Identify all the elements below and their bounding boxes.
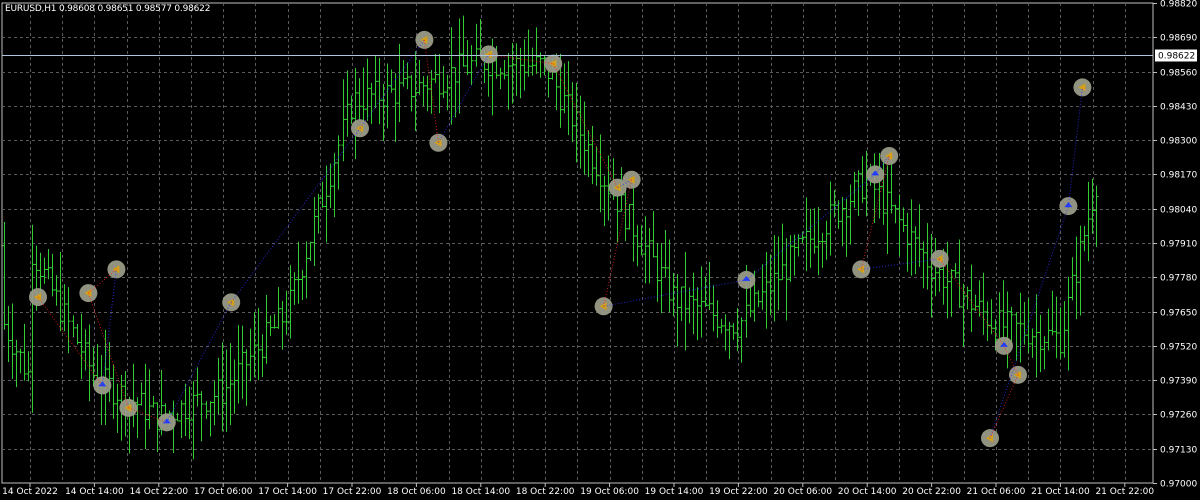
time-tick-label: 17 Oct 22:00	[323, 487, 382, 497]
time-tick-label: 20 Oct 14:00	[838, 487, 897, 497]
time-tick-label: 21 Oct 22:00	[1095, 487, 1154, 497]
price-tick-label: 0.98170	[1160, 171, 1197, 181]
time-tick-label: 18 Oct 14:00	[451, 487, 510, 497]
time-tick-label: 14 Oct 14:00	[65, 487, 124, 497]
price-chart[interactable]: 0.98820 0.98690 0.98560 0.98430 0.98300 0.981…	[0, 0, 1200, 500]
price-tick-label: 0.97390	[1160, 377, 1197, 387]
price-tick-label: 0.98690	[1160, 34, 1197, 44]
time-tick-label: 20 Oct 06:00	[773, 487, 832, 497]
time-tick-label: 19 Oct 14:00	[645, 487, 704, 497]
time-tick-label: 14 Oct 2022	[2, 487, 58, 497]
time-tick-label: 14 Oct 22:00	[129, 487, 188, 497]
price-tick-label: 0.97260	[1160, 411, 1197, 421]
time-tick-label: 18 Oct 06:00	[387, 487, 446, 497]
time-tick-label: 21 Oct 06:00	[967, 487, 1026, 497]
time-tick-label: 17 Oct 14:00	[258, 487, 317, 497]
price-tick-label: 0.97650	[1160, 309, 1197, 319]
time-tick-label: 20 Oct 22:00	[902, 487, 961, 497]
time-tick-label: 19 Oct 06:00	[580, 487, 639, 497]
price-tick-label: 0.98040	[1160, 206, 1197, 216]
chart-window[interactable]: 0.98820 0.98690 0.98560 0.98430 0.98300 0.981…	[0, 0, 1200, 500]
current-price-label: 0.98622	[1158, 52, 1195, 62]
price-tick-label: 0.98300	[1160, 137, 1197, 147]
time-tick-label: 17 Oct 06:00	[194, 487, 253, 497]
time-tick-label: 21 Oct 14:00	[1031, 487, 1090, 497]
price-tick-label: 0.97520	[1160, 343, 1197, 353]
price-tick-label: 0.98820	[1160, 0, 1197, 10]
price-tick-label: 0.97000	[1160, 480, 1197, 490]
time-tick-label: 19 Oct 22:00	[709, 487, 768, 497]
time-tick-label: 18 Oct 22:00	[516, 487, 575, 497]
price-tick-label: 0.97780	[1160, 274, 1197, 284]
price-tick-label: 0.97130	[1160, 446, 1197, 456]
price-tick-label: 0.97910	[1160, 240, 1197, 250]
price-tick-label: 0.98560	[1160, 69, 1197, 79]
symbol-header: EURUSD,H1 0.98608 0.98651 0.98577 0.9862…	[5, 4, 211, 14]
price-tick-label: 0.98430	[1160, 103, 1197, 113]
